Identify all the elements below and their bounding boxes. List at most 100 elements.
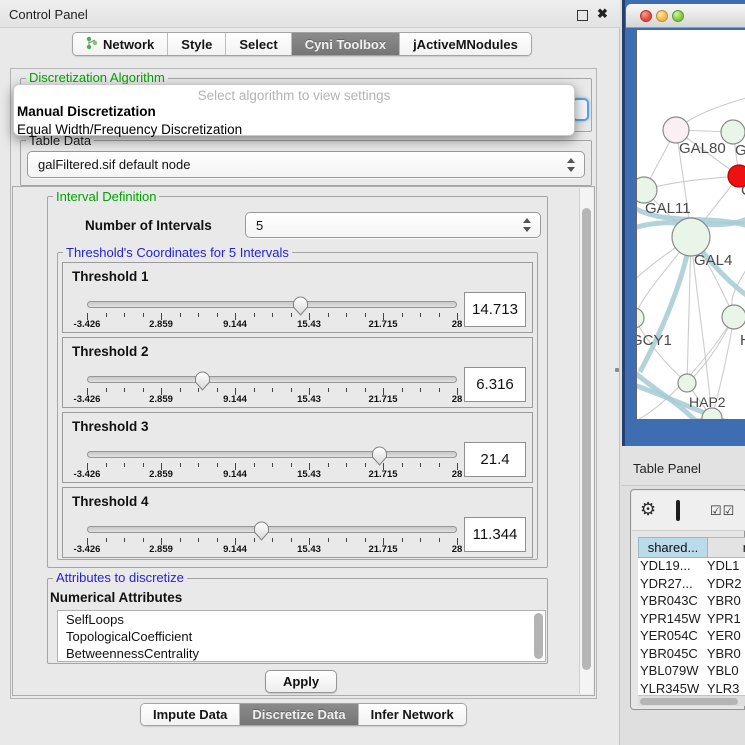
column-header-name[interactable]: n [708,537,745,558]
table-row[interactable]: YDL19...YDL1 [638,558,745,576]
attribute-list-item[interactable]: SelfLoops [58,611,545,628]
cell-name: YLR3 [707,681,745,696]
cell-shared-name: YLR345W [638,681,707,696]
tab-discretize-data[interactable]: Discretize Data [240,704,358,725]
apply-button[interactable]: Apply [265,670,337,693]
float-window-icon[interactable] [577,10,588,21]
numerical-attributes-label: Numerical Attributes [50,590,182,605]
thresholds-container: Threshold 1-3.4262.8599.14415.4321.71528… [62,262,533,558]
network-canvas[interactable]: GAL80GACGAL11GAL4GCY1HHAP2 [636,30,745,419]
slider-tick [328,388,329,392]
node-label: GCY1 [637,332,672,349]
table-row[interactable]: YBL079WYBL0 [638,663,745,681]
table-panel-title: Table Panel [633,461,701,476]
slider-thumb[interactable] [371,446,388,466]
algorithm-option[interactable]: Manual Discretization [14,103,574,121]
scrollbar-thumb[interactable] [582,208,591,670]
table-data-combo[interactable]: galFiltered.sif default node [27,151,585,178]
node-gcy1[interactable] [637,308,644,328]
columns-icon[interactable] [676,500,680,521]
slider-thumb[interactable] [253,521,270,541]
vertical-scrollbar[interactable] [579,188,593,694]
threshold-value-field[interactable]: 11.344 [464,517,526,552]
table-row[interactable]: YBR043CYBR0 [638,593,745,611]
checkbox-icons[interactable]: ☑☑ [710,503,735,519]
cell-shared-name: YER054C [638,628,707,646]
tab-network[interactable]: Network [73,33,168,55]
gear-icon[interactable]: ⚙ [640,499,656,520]
slider-track[interactable] [87,451,457,458]
cell-name: YBR0 [707,593,745,611]
splitter-grip[interactable] [615,368,619,372]
slider-tick [346,538,347,542]
node-hap2[interactable] [678,374,696,392]
attributes-group-label: Attributes to discretize [53,571,187,584]
algorithm-option[interactable]: Equal Width/Frequency Discretization [14,121,574,139]
tick-label: 21.715 [368,394,397,405]
tab-select[interactable]: Select [226,33,291,55]
thresholds-group-label: Threshold's Coordinates for 5 Intervals [63,246,292,259]
slider-track[interactable] [87,301,457,308]
node-gal4[interactable] [672,218,710,256]
slider-tick [198,313,199,317]
tab-impute-data[interactable]: Impute Data [141,704,240,725]
close-traffic-light-icon[interactable] [640,10,652,22]
node-h[interactable] [722,305,745,329]
list-scrollbar-thumb[interactable] [534,613,543,659]
slider-track[interactable] [87,526,457,533]
table-row[interactable]: YBR045CYBR0 [638,646,745,664]
algorithm-options: Manual DiscretizationEqual Width/Frequen… [14,103,574,139]
threshold-value-field[interactable]: 21.4 [464,442,526,477]
tick-label: 28 [452,544,463,555]
attribute-list-item[interactable]: BetweennessCentrality [58,645,545,662]
table-row[interactable]: YDR27...YDR2 [638,576,745,594]
tab-infer-network[interactable]: Infer Network [359,704,466,725]
slider-tick [272,463,273,467]
threshold-value-field[interactable]: 14.713 [464,292,526,327]
slider-thumb[interactable] [292,296,309,316]
slider-tick [328,538,329,542]
slider-tick [402,538,403,542]
table-rows: YDL19...YDL1YDR27...YDR2YBR043CYBR0YPR14… [638,558,745,695]
cell-shared-name: YBR043C [638,593,707,611]
cell-name: YER0 [707,628,745,646]
cell-name: YDR2 [707,576,745,594]
minimize-traffic-light-icon[interactable] [656,10,668,22]
table-header: shared... n [638,537,745,558]
slider-tick [365,538,366,542]
tick-label: 15.43 [297,394,321,405]
slider-tick [198,538,199,542]
num-intervals-combo[interactable]: 5 [245,212,541,238]
numerical-attributes-list[interactable]: SelfLoopsTopologicalCoefficientBetweenne… [57,610,546,662]
tab-cyni-toolbox[interactable]: Cyni Toolbox [292,33,400,55]
slider-tick [180,388,181,392]
tab-style[interactable]: Style [168,33,226,55]
slider-tick [217,538,218,542]
slider-tick [106,463,107,467]
node-label: GA [735,142,745,159]
table-horizontal-scrollbar[interactable] [638,695,745,706]
tab-label: jActiveMNodules [413,37,518,52]
column-header-shared[interactable]: shared... [638,537,708,558]
scrollbar-thumb[interactable] [640,698,738,705]
zoom-traffic-light-icon[interactable] [672,10,684,22]
slider-thumb[interactable] [194,371,211,391]
tab-jactivemnodules[interactable]: jActiveMNodules [400,33,531,55]
slider-tick [106,388,107,392]
slider-tick [198,463,199,467]
slider-tick [402,313,403,317]
slider-track[interactable] [87,376,457,383]
slider-tick [272,538,273,542]
table-row[interactable]: YLR345WYLR3 [638,681,745,696]
attribute-list-item[interactable]: TopologicalCoefficient [58,628,545,645]
node-label: GAL11 [645,200,691,217]
tick-label: 28 [452,469,463,480]
threshold-value-field[interactable]: 6.316 [464,367,526,402]
slider-tick [439,388,440,392]
table-row[interactable]: YPR145WYPR1 [638,611,745,629]
table-row[interactable]: YER054CYER0 [638,628,745,646]
tick-label: -3.426 [74,319,101,330]
top-tab-bar: NetworkStyleSelectCyni Toolbox jActiveMNo… [72,32,532,56]
tick-label: 28 [452,394,463,405]
close-icon[interactable]: ✖ [597,6,608,22]
